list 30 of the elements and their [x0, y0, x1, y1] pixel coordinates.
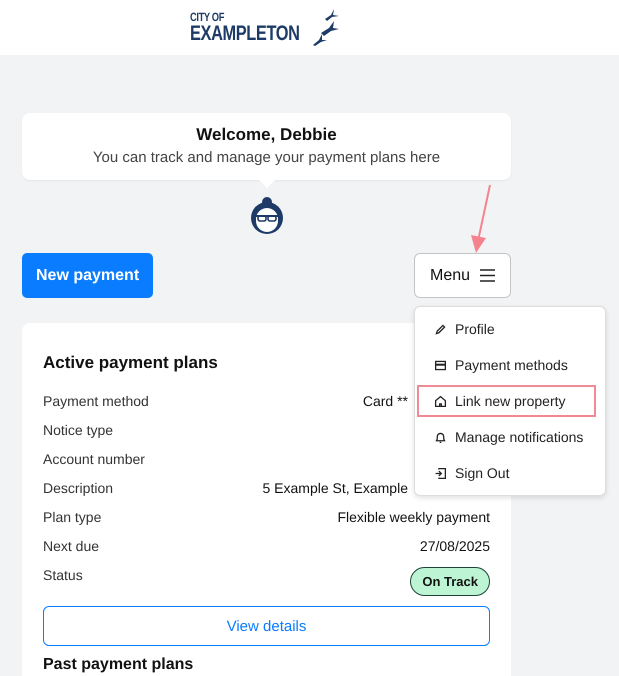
bell-icon: [434, 430, 447, 444]
new-payment-button[interactable]: New payment: [22, 253, 154, 298]
row-value: Card **: [362, 393, 408, 409]
welcome-subtitle: You can track and manage your payment plans here: [92, 149, 440, 166]
logo: CITY OF EXAMPLETON: [190, 8, 341, 46]
birds-icon: [310, 8, 341, 46]
view-details-button[interactable]: View details: [43, 606, 490, 646]
row-label: Notice type: [43, 422, 114, 438]
row-label: Payment method: [43, 393, 149, 409]
row-label: Description: [43, 480, 114, 496]
row-label: Status: [43, 567, 83, 583]
menu-icon: [480, 269, 496, 282]
home-icon: [434, 394, 447, 408]
section-title: Past payment plans: [43, 656, 194, 674]
row-label: Plan type: [43, 509, 102, 525]
row-label: Account number: [43, 451, 145, 467]
row-value: Flexible weekly payment: [337, 509, 490, 525]
status-badge: On Track: [410, 567, 490, 596]
row-value: 27/08/2025: [420, 538, 490, 554]
menu-item[interactable]: Link new property: [417, 385, 596, 417]
welcome-title: Welcome, Debbie: [196, 125, 337, 145]
avatar-icon: [250, 197, 284, 235]
sign-out-icon: [434, 466, 447, 480]
annotation-arrow: [468, 183, 494, 255]
menu-button[interactable]: Menu: [414, 253, 511, 298]
row-value: 5 Example St, Example: [262, 480, 408, 496]
row-label: Next due: [43, 538, 100, 554]
card-icon: [434, 358, 447, 372]
pencil-icon: [434, 322, 447, 336]
card-title: Active payment plans: [43, 353, 218, 373]
